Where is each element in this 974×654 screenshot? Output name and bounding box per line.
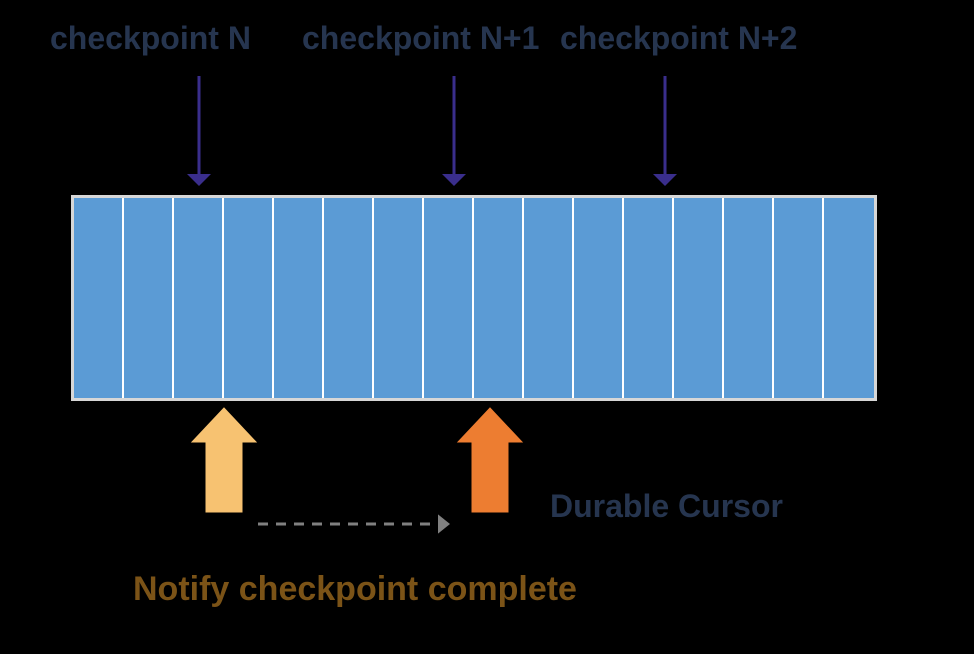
checkpoint-label-0: checkpoint N (50, 20, 251, 57)
segment (524, 198, 574, 398)
segment (124, 198, 174, 398)
checkpoint-arrow-2 (653, 76, 677, 186)
segment (774, 198, 824, 398)
checkpoint-arrow-1 (442, 76, 466, 186)
checkpoint-label-1: checkpoint N+1 (302, 20, 539, 57)
durable-cursor-label: Durable Cursor (550, 488, 783, 525)
segment (724, 198, 774, 398)
segment (574, 198, 624, 398)
segment (224, 198, 274, 398)
segment (624, 198, 674, 398)
segment (674, 198, 724, 398)
segment-bar (71, 195, 877, 401)
segment (324, 198, 374, 398)
segment (374, 198, 424, 398)
checkpoint-label-2: checkpoint N+2 (560, 20, 797, 57)
segment (174, 198, 224, 398)
segment (74, 198, 124, 398)
segment (274, 198, 324, 398)
segment (424, 198, 474, 398)
checkpoint-arrow-0 (187, 76, 211, 186)
notify-complete-label: Notify checkpoint complete (133, 570, 577, 609)
segment (824, 198, 874, 398)
segment (474, 198, 524, 398)
